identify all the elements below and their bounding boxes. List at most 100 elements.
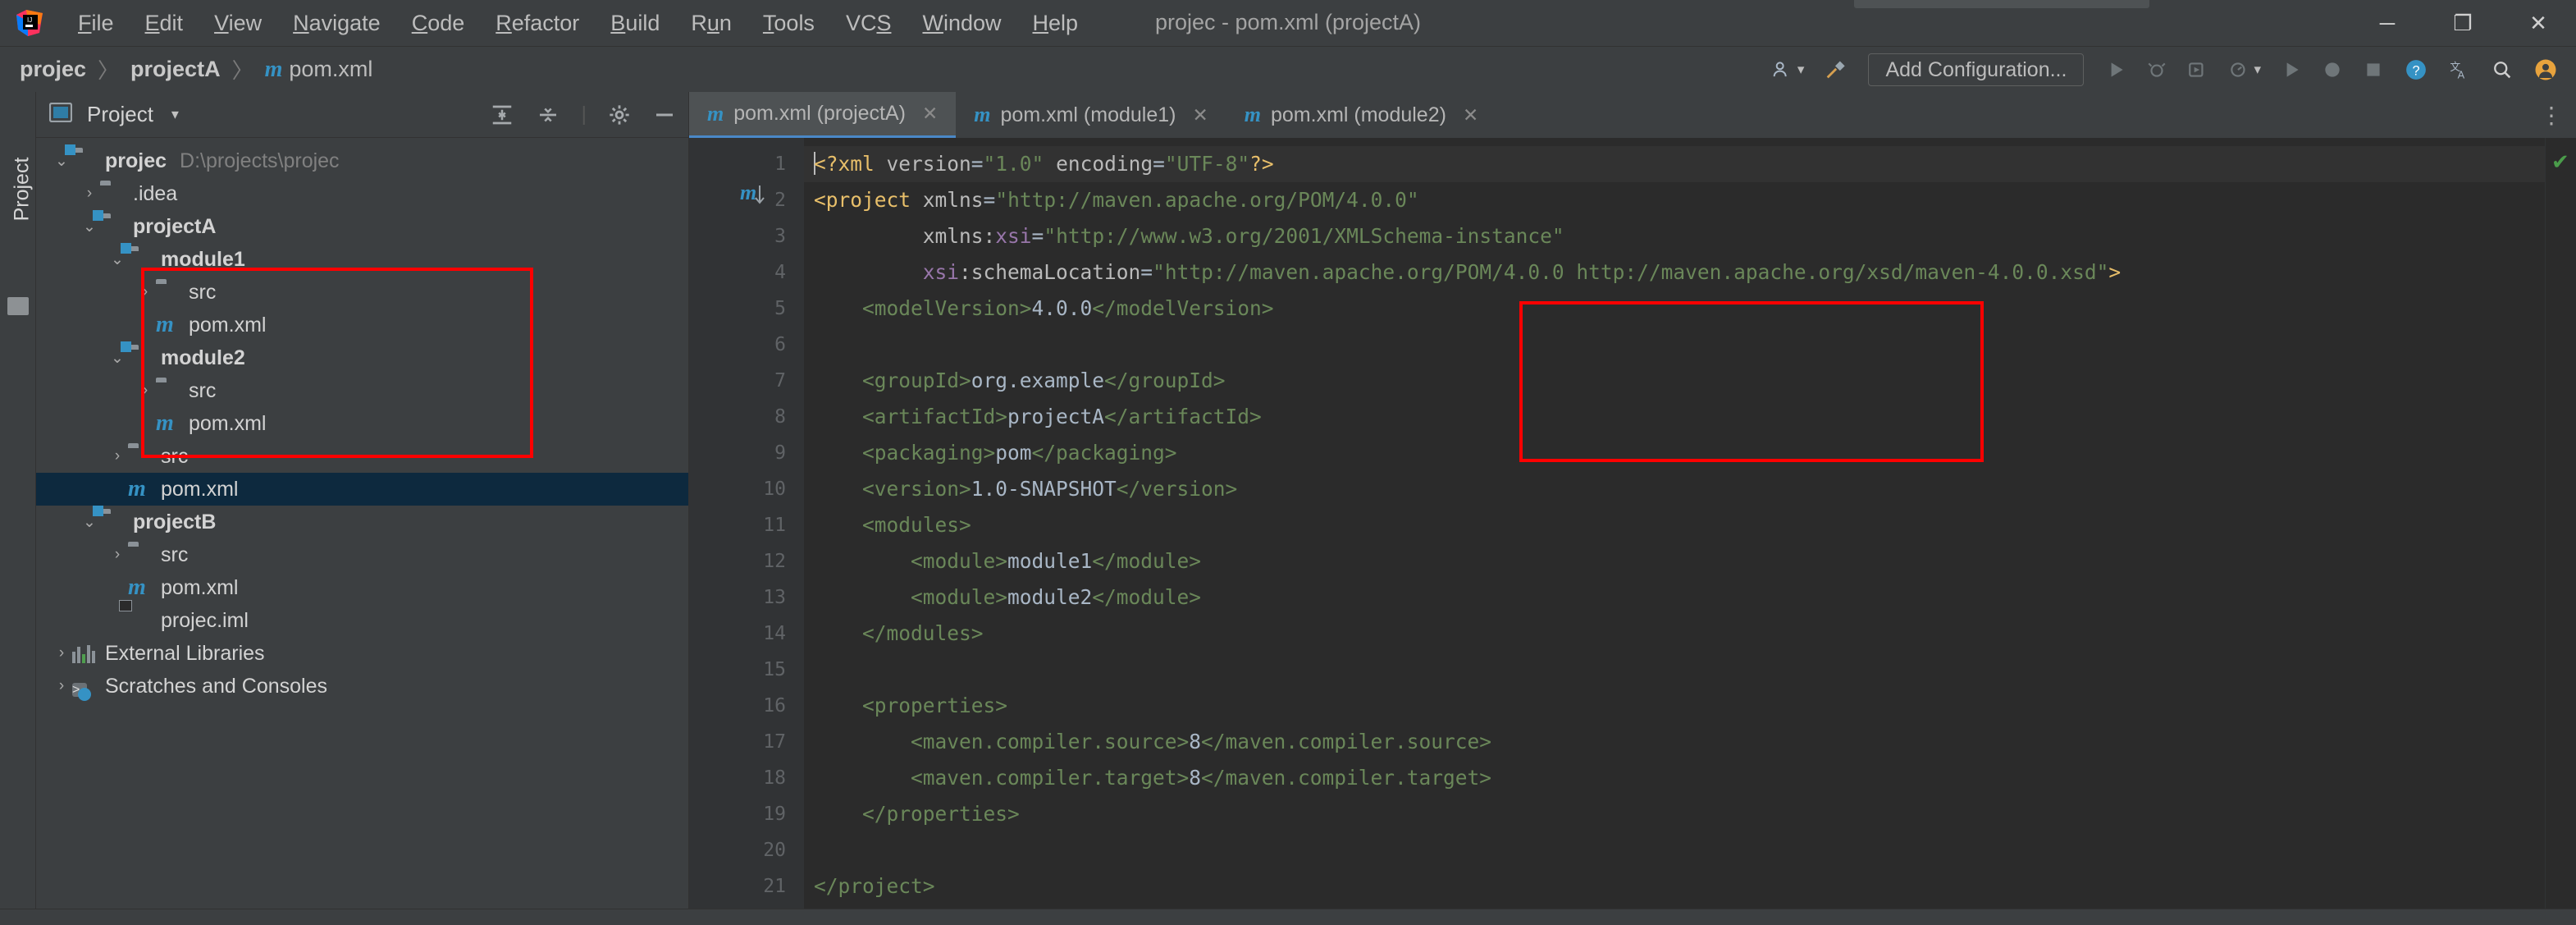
gear-icon[interactable] (608, 103, 631, 126)
user-settings-icon[interactable]: ▾ (1761, 47, 1815, 93)
code-line[interactable]: <project xmlns="http://maven.apache.org/… (804, 182, 2545, 218)
tree-item-external-libraries[interactable]: › External Libraries (36, 637, 688, 670)
tree-item-src[interactable]: › src (36, 276, 688, 309)
menu-item-tools[interactable]: Tools (747, 0, 830, 46)
code-line[interactable]: <modules> (804, 507, 2545, 543)
tool-window-tab-project[interactable]: Project (11, 144, 34, 235)
code-line[interactable]: <maven.compiler.target>8</maven.compiler… (804, 760, 2545, 796)
menu-item-edit[interactable]: Edit (130, 0, 199, 46)
code-line[interactable] (804, 327, 2545, 363)
chevron-right-icon[interactable]: › (51, 644, 72, 662)
close-icon[interactable]: ✕ (1463, 104, 1478, 126)
tree-item-projectb[interactable]: ⌄ projectB (36, 506, 688, 538)
editor-tab-0[interactable]: m pom.xml (projectA) ✕ (689, 92, 957, 138)
chevron-down-icon[interactable]: ▾ (171, 106, 179, 123)
tree-item-scratches-and-consoles[interactable]: › >_ Scratches and Consoles (36, 670, 688, 703)
code-line[interactable]: xmlns:xsi="http://www.w3.org/2001/XMLSch… (804, 218, 2545, 254)
menu-item-build[interactable]: Build (595, 0, 675, 46)
tree-item--idea[interactable]: › .idea (36, 177, 688, 210)
hide-icon[interactable] (652, 103, 677, 127)
code-line[interactable]: <modelVersion>4.0.0</modelVersion> (804, 291, 2545, 327)
tree-item-module1[interactable]: ⌄ module1 (36, 243, 688, 276)
more-vertical-icon[interactable]: ⋮ (2540, 92, 2563, 138)
tree-item-pom-xml[interactable]: m pom.xml (36, 309, 688, 341)
menu-item-help[interactable]: Help (1017, 0, 1094, 46)
code-line[interactable]: <module>module1</module> (804, 543, 2545, 579)
menu-item-refactor[interactable]: Refactor (480, 0, 595, 46)
help-icon[interactable]: ? (2394, 47, 2438, 93)
code-line[interactable]: <packaging>pom</packaging> (804, 435, 2545, 471)
tree-item-pom-xml[interactable]: m pom.xml (36, 571, 688, 604)
tree-item-module2[interactable]: ⌄ module2 (36, 341, 688, 374)
run-green-icon[interactable] (2271, 47, 2312, 93)
debug-icon[interactable] (2136, 47, 2177, 93)
minimize-button[interactable]: ─ (2350, 0, 2425, 46)
code-token: <module> (911, 585, 1008, 609)
code-editor[interactable]: <?xml version="1.0" encoding="UTF-8"?> <p… (804, 138, 2545, 909)
search-icon[interactable] (2481, 47, 2523, 93)
close-button[interactable]: ✕ (2501, 0, 2576, 46)
menu-item-navigate[interactable]: Navigate (277, 0, 396, 46)
run-with-coverage-icon[interactable] (2177, 47, 2218, 93)
record-icon[interactable] (2312, 47, 2353, 93)
expand-all-icon[interactable] (490, 103, 514, 127)
code-line[interactable]: <?xml version="1.0" encoding="UTF-8"?> (804, 146, 2545, 182)
code-line[interactable]: <artifactId>projectA</artifactId> (804, 399, 2545, 435)
tree-item-projecta[interactable]: ⌄ projectA (36, 210, 688, 243)
add-configuration-button[interactable]: Add Configuration... (1868, 53, 2085, 86)
code-line[interactable]: xsi:schemaLocation="http://maven.apache.… (804, 254, 2545, 291)
tree-item-src[interactable]: › src (36, 440, 688, 473)
menu-item-run[interactable]: Run (675, 0, 747, 46)
code-token: = (1031, 224, 1044, 248)
stop-icon[interactable] (2353, 47, 2394, 93)
breadcrumb-item-module[interactable]: projectA (130, 57, 221, 82)
menu-item-view[interactable]: View (199, 0, 277, 46)
code-line[interactable]: <properties> (804, 688, 2545, 724)
code-line[interactable] (804, 652, 2545, 688)
profiler-icon[interactable]: ▾ (2218, 47, 2271, 93)
tree-item-pom-xml[interactable]: m pom.xml (36, 407, 688, 440)
module-folder-icon (72, 149, 97, 173)
tree-item-src[interactable]: › src (36, 374, 688, 407)
code-line[interactable]: <module>module2</module> (804, 579, 2545, 616)
close-icon[interactable]: ✕ (922, 103, 938, 125)
editor-tab-1[interactable]: m pom.xml (module1) ✕ (956, 92, 1226, 138)
breadcrumb-item-project[interactable]: projec (20, 57, 86, 82)
collapse-all-icon[interactable] (536, 103, 560, 127)
maximize-button[interactable]: ❐ (2425, 0, 2501, 46)
code-token: </project> (814, 874, 935, 898)
folder-icon (128, 543, 153, 567)
structure-icon[interactable] (7, 297, 29, 315)
translate-icon[interactable]: 文A (2438, 47, 2481, 93)
code-line[interactable]: <maven.compiler.source>8</maven.compiler… (804, 724, 2545, 760)
code-line[interactable]: <groupId>org.example</groupId> (804, 363, 2545, 399)
chevron-right-icon[interactable]: › (107, 546, 128, 564)
menu-item-window[interactable]: Window (907, 0, 1016, 46)
editor-tab-2[interactable]: m pom.xml (module2) ✕ (1226, 92, 1496, 138)
tree-item-projec-iml[interactable]: projec.iml (36, 604, 688, 637)
menu-item-file[interactable]: File (62, 0, 130, 46)
code-line[interactable] (804, 832, 2545, 868)
build-hammer-icon[interactable] (1814, 47, 1857, 93)
chevron-right-icon[interactable]: › (51, 677, 72, 695)
tree-item-projec[interactable]: ⌄ projec D:\projects\projec (36, 144, 688, 177)
account-icon[interactable] (2523, 47, 2568, 93)
chevron-right-icon[interactable]: › (107, 447, 128, 465)
line-number-gutter[interactable]: m 12−34567891011⌐121314⌐1516⌐171819⌐2021… (689, 138, 822, 909)
navigation-bar: projec 〉 projectA 〉 m pom.xml ▾ Add Conf… (0, 46, 2576, 92)
run-icon[interactable] (2095, 47, 2136, 93)
code-line[interactable]: <version>1.0-SNAPSHOT</version> (804, 471, 2545, 507)
menu-item-vcs[interactable]: VCS (830, 0, 907, 46)
code-line[interactable]: </properties> (804, 796, 2545, 832)
project-tree[interactable]: ⌄ projec D:\projects\projec › .idea ⌄ projectA… (36, 138, 688, 909)
chevron-right-icon[interactable]: › (79, 185, 100, 203)
close-icon[interactable]: ✕ (1192, 104, 1208, 126)
tree-item-pom-xml[interactable]: m pom.xml (36, 473, 688, 506)
chevron-right-icon[interactable]: › (135, 283, 156, 301)
tree-item-src[interactable]: › src (36, 538, 688, 571)
chevron-right-icon[interactable]: › (135, 382, 156, 400)
code-line[interactable]: </modules> (804, 616, 2545, 652)
breadcrumb-item-file[interactable]: pom.xml (289, 57, 372, 82)
code-line[interactable]: </project> (804, 868, 2545, 904)
menu-item-code[interactable]: Code (396, 0, 481, 46)
